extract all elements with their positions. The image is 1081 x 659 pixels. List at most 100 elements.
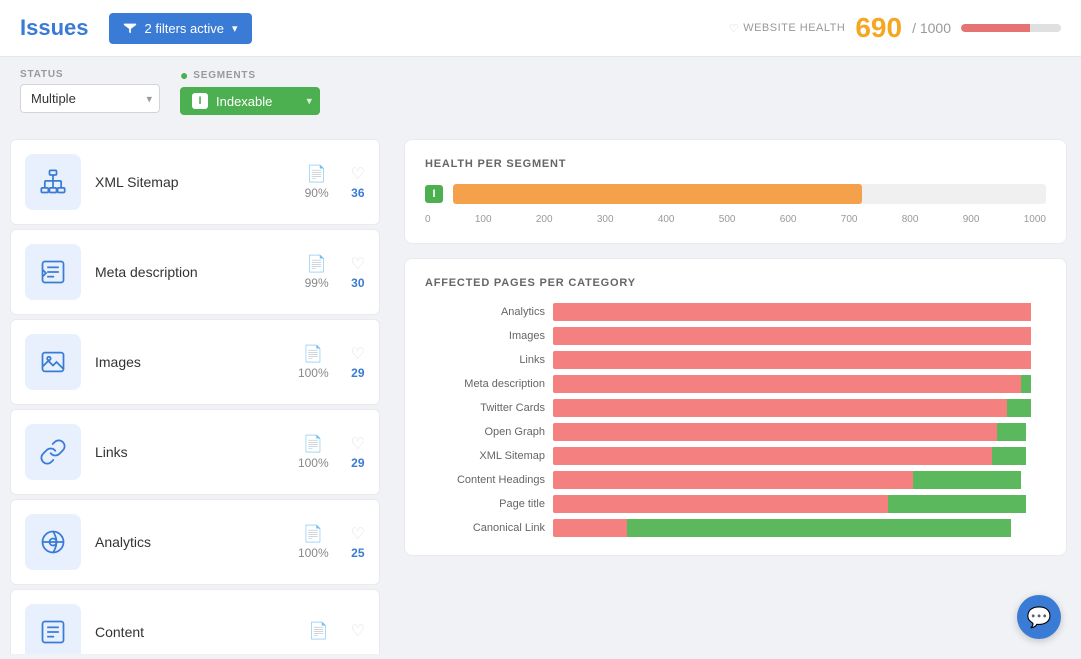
images-label: Images xyxy=(95,354,284,370)
affected-bars xyxy=(553,399,1046,417)
affected-label: Meta description xyxy=(425,378,545,390)
filter-label: 2 filters active xyxy=(145,21,224,36)
affected-bar-red xyxy=(553,375,1021,393)
health-per-segment-card: HEALTH PER SEGMENT I 0 100 200 300 400 5… xyxy=(404,139,1067,244)
images-heart-count: 29 xyxy=(351,366,364,380)
affected-row: Meta description xyxy=(425,375,1046,393)
affected-bars xyxy=(553,327,1046,345)
affected-bar-green xyxy=(913,471,1021,489)
affected-bars xyxy=(553,375,1046,393)
analytics-icon xyxy=(39,528,67,556)
affected-bar-green xyxy=(1021,375,1031,393)
list-item-xml-sitemap[interactable]: XML Sitemap 📄 90% ♡ 36 xyxy=(10,139,380,225)
status-filter-group: STATUS Multiple xyxy=(20,69,160,113)
affected-bars xyxy=(553,447,1046,465)
health-total: / 1000 xyxy=(912,20,951,36)
page-header: Issues 2 filters active ▾ ♡ WEBSITE HEAL… xyxy=(0,0,1081,57)
xml-sitemap-label: XML Sitemap xyxy=(95,174,291,190)
affected-bar-green xyxy=(1007,399,1032,417)
filter-button[interactable]: 2 filters active ▾ xyxy=(109,13,252,44)
affected-bar-green xyxy=(627,519,1012,537)
affected-bar-red xyxy=(553,399,1007,417)
affected-label: Content Headings xyxy=(425,474,545,486)
meta-description-label: Meta description xyxy=(95,264,291,280)
page-title: Issues xyxy=(20,15,89,41)
sitemap-icon xyxy=(39,168,67,196)
status-label: STATUS xyxy=(20,69,160,80)
affected-bar-red xyxy=(553,447,992,465)
status-select[interactable]: Multiple xyxy=(20,84,160,113)
heart-icon: ♡ xyxy=(351,621,365,641)
heart-icon: ♡ xyxy=(729,22,739,35)
affected-row: Links xyxy=(425,351,1046,369)
right-panel: HEALTH PER SEGMENT I 0 100 200 300 400 5… xyxy=(390,125,1081,654)
affected-label: Open Graph xyxy=(425,426,545,438)
analytics-icon-bg xyxy=(25,514,81,570)
affected-bar-red xyxy=(553,303,1031,321)
affected-bars xyxy=(553,303,1046,321)
health-bar-fill xyxy=(961,24,1030,32)
content-icon-bg xyxy=(25,604,81,654)
meta-description-heart: ♡ 30 xyxy=(351,254,365,290)
affected-label: XML Sitemap xyxy=(425,450,545,462)
affected-bar-green xyxy=(888,495,1026,513)
health-segment-bar: I xyxy=(425,184,1046,204)
meta-description-stats: 📄 99% xyxy=(305,254,329,290)
status-select-wrapper: Multiple xyxy=(20,84,160,113)
xml-sitemap-pct: 90% xyxy=(305,186,329,200)
xml-sitemap-stats: 📄 90% xyxy=(305,164,329,200)
xml-sitemap-heart: ♡ 36 xyxy=(351,164,365,200)
chat-icon: 💬 xyxy=(1027,605,1052,630)
link-icon xyxy=(39,438,67,466)
links-icon-bg xyxy=(25,424,81,480)
affected-bars xyxy=(553,351,1046,369)
list-item-images[interactable]: Images 📄 100% ♡ 29 xyxy=(10,319,380,405)
affected-label: Links xyxy=(425,354,545,366)
doc-icon: 📄 xyxy=(303,524,323,544)
affected-row: Twitter Cards xyxy=(425,399,1046,417)
affected-row: Images xyxy=(425,327,1046,345)
doc-icon: 📄 xyxy=(303,344,323,364)
list-item-content[interactable]: Content 📄 ♡ xyxy=(10,589,380,654)
xml-sitemap-heart-count: 36 xyxy=(351,186,364,200)
affected-bar-red xyxy=(553,495,888,513)
doc-icon: 📄 xyxy=(307,254,327,274)
heart-icon: ♡ xyxy=(351,344,365,364)
affected-label: Page title xyxy=(425,498,545,510)
segments-label: ● SEGMENTS xyxy=(180,67,320,83)
affected-bars xyxy=(553,471,1046,489)
content-stats: 📄 xyxy=(309,621,329,643)
affected-chart-title: AFFECTED PAGES PER CATEGORY xyxy=(425,277,1046,289)
left-panel: XML Sitemap 📄 90% ♡ 36 Meta de xyxy=(0,125,390,654)
heart-icon: ♡ xyxy=(351,524,365,544)
list-item-meta-description[interactable]: Meta description 📄 99% ♡ 30 xyxy=(10,229,380,315)
health-progress-bar xyxy=(961,24,1061,32)
affected-row: Content Headings xyxy=(425,471,1046,489)
links-stats: 📄 100% xyxy=(298,434,329,470)
indexable-badge: I xyxy=(192,93,208,109)
images-icon-bg xyxy=(25,334,81,390)
list-item-analytics[interactable]: Analytics 📄 100% ♡ 25 xyxy=(10,499,380,585)
segments-badge[interactable]: I Indexable xyxy=(180,87,320,115)
meta-description-heart-count: 30 xyxy=(351,276,364,290)
segments-filter-group: ● SEGMENTS I Indexable xyxy=(180,67,320,115)
heart-icon: ♡ xyxy=(351,164,365,184)
segment-badge-i: I xyxy=(425,185,443,203)
content-label: Content xyxy=(95,624,295,640)
doc-icon: 📄 xyxy=(309,621,329,641)
main-content: XML Sitemap 📄 90% ♡ 36 Meta de xyxy=(0,125,1081,654)
chevron-down-icon: ▾ xyxy=(232,22,238,35)
affected-row: Analytics xyxy=(425,303,1046,321)
segments-dropdown-wrap[interactable]: I Indexable xyxy=(180,87,320,115)
affected-bars xyxy=(553,495,1046,513)
affected-bar-red xyxy=(553,351,1031,369)
affected-label: Images xyxy=(425,330,545,342)
list-item-links[interactable]: Links 📄 100% ♡ 29 xyxy=(10,409,380,495)
chat-bubble[interactable]: 💬 xyxy=(1017,595,1061,639)
affected-row: Page title xyxy=(425,495,1046,513)
meta-icon xyxy=(39,258,67,286)
health-section: ♡ WEBSITE HEALTH 690 / 1000 xyxy=(729,12,1061,44)
affected-label: Twitter Cards xyxy=(425,402,545,414)
links-pct: 100% xyxy=(298,456,329,470)
analytics-stats: 📄 100% xyxy=(298,524,329,560)
